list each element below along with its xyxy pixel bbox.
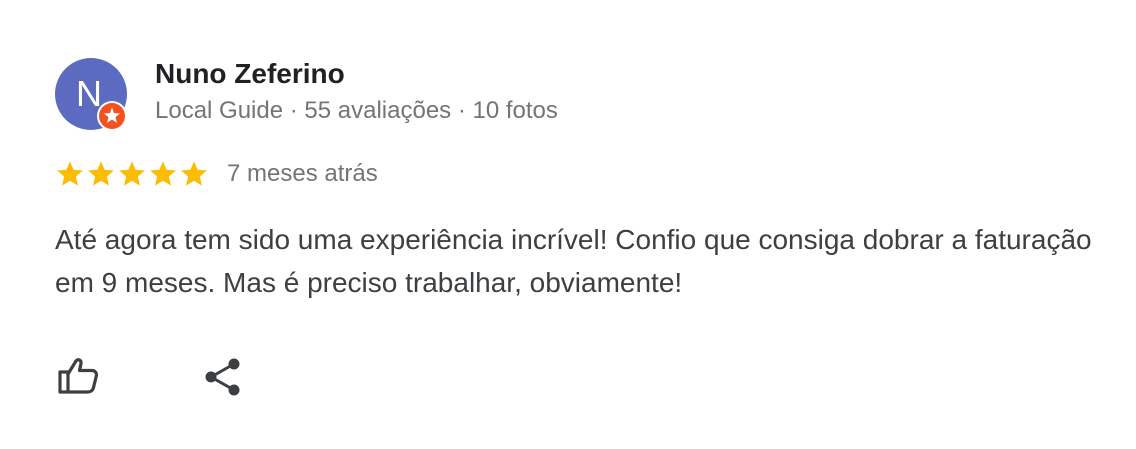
review-text: Até agora tem sido uma experiência incrí… xyxy=(55,224,1092,298)
star-icon xyxy=(148,159,178,189)
star-rating xyxy=(55,159,210,189)
reviewer-meta: Local Guide · 55 avaliações · 10 fotos xyxy=(155,97,558,124)
thumbs-up-icon xyxy=(58,358,99,394)
star-icon xyxy=(55,159,85,189)
star-icon xyxy=(179,159,209,189)
like-button[interactable] xyxy=(54,352,104,402)
share-icon xyxy=(205,358,240,396)
star-icon xyxy=(117,159,147,189)
star-icon xyxy=(86,159,116,189)
share-button[interactable] xyxy=(198,352,248,402)
reviewer-name[interactable]: Nuno Zeferino xyxy=(155,58,345,90)
local-guide-badge-icon xyxy=(97,101,127,131)
review-card: N Nuno Zeferino Local Guide · 55 avaliaç… xyxy=(0,0,1136,449)
rating-row: 7 meses atrás xyxy=(55,157,378,191)
review-date: 7 meses atrás xyxy=(227,160,378,187)
